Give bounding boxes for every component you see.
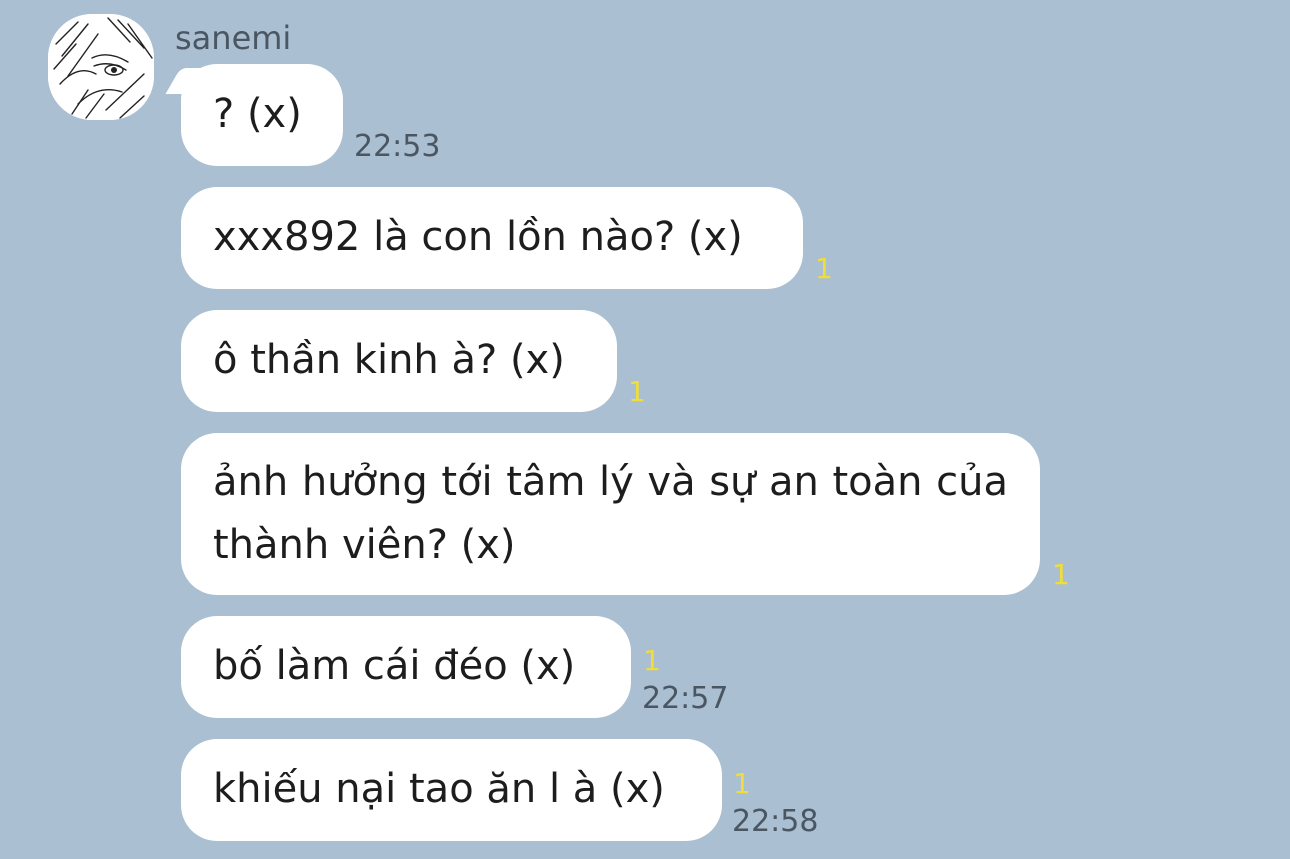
message-bubble[interactable]: khiếu nại tao ăn l à (x) [181,739,722,841]
message-text: xxx892 là con lồn nào? (x) [213,214,743,260]
read-indicator: 1 [643,644,661,677]
message-bubble[interactable]: ảnh hưởng tới tâm lý và sự an toàn của t… [181,433,1040,595]
timestamp: 22:53 [354,129,441,164]
message-text: bố làm cái đéo (x) [213,643,576,689]
timestamp: 22:57 [642,681,729,716]
message-text: ? (x) [213,91,302,137]
read-indicator: 1 [628,375,646,408]
manga-portrait-avatar-icon [48,14,154,120]
sender-name: sanemi [175,19,292,57]
avatar[interactable] [48,14,154,120]
timestamp: 22:58 [732,804,819,839]
message-text: ảnh hưởng tới tâm lý và sự an toàn của t… [213,459,1008,568]
read-indicator: 1 [1052,558,1070,591]
message-bubble[interactable]: ô thần kinh à? (x) [181,310,617,412]
read-indicator: 1 [733,767,751,800]
message-bubble[interactable]: ? (x) [181,64,343,166]
read-indicator: 1 [815,252,833,285]
message-bubble[interactable]: xxx892 là con lồn nào? (x) [181,187,803,289]
message-text: khiếu nại tao ăn l à (x) [213,766,665,812]
message-bubble[interactable]: bố làm cái đéo (x) [181,616,631,718]
message-text: ô thần kinh à? (x) [213,337,565,383]
